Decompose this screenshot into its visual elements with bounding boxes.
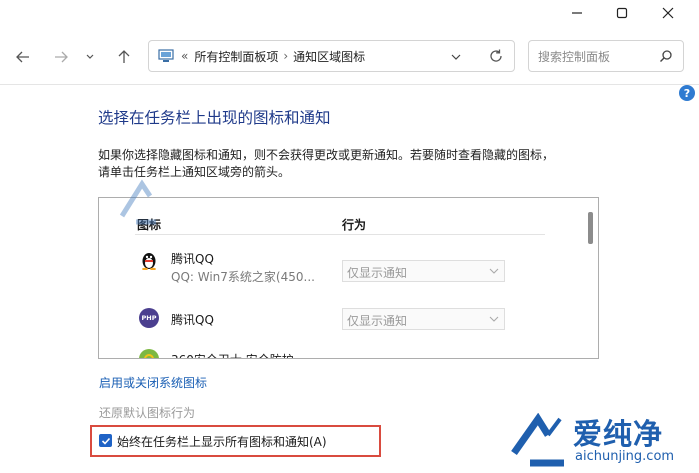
up-button[interactable] [111, 44, 137, 70]
watermark-logo-faint [119, 179, 156, 225]
search-placeholder: 搜索控制面板 [538, 50, 611, 64]
always-show-all-icons-option[interactable]: 始终在任务栏上显示所有图标和通知(A) [90, 425, 381, 457]
breadcrumb-notification-area-icons[interactable]: 通知区域图标 [293, 48, 365, 65]
title-bar [0, 0, 699, 32]
search-icon[interactable] [659, 49, 673, 63]
maximize-icon [616, 7, 628, 19]
refresh-button[interactable] [488, 48, 504, 68]
minimize-button[interactable] [554, 0, 600, 26]
close-icon [662, 7, 674, 19]
always-show-label: 始终在任务栏上显示所有图标和通知(A) [117, 435, 327, 449]
watermark-domain-text: aichunjing.com [575, 449, 675, 464]
checkmark-icon [101, 437, 110, 445]
always-show-checkbox[interactable] [99, 434, 112, 447]
chevron-down-icon [451, 54, 461, 60]
page-title: 选择在任务栏上出现的图标和通知 [98, 109, 331, 127]
php-icon-text: PHP [141, 314, 157, 322]
column-header-behavior: 行为 [342, 218, 367, 232]
behavior-select[interactable]: 仅显示通知 [342, 260, 505, 282]
breadcrumb-all-control-panel-items[interactable]: 所有控制面板项 [194, 48, 278, 65]
list-scrollbar[interactable] [583, 198, 598, 358]
arrow-left-icon [16, 51, 29, 63]
toggle-system-icons-link[interactable]: 启用或关闭系统图标 [99, 374, 207, 391]
arrow-right-icon [55, 51, 68, 63]
list-item[interactable]: PHP 腾讯QQ 仅显示通知 [99, 308, 579, 348]
breadcrumb-overflow[interactable]: « [181, 49, 188, 63]
watermark-mark-icon [511, 413, 564, 467]
breadcrumb: « 所有控制面板项 › 通知区域图标 [181, 41, 365, 71]
navigation-toolbar: « 所有控制面板项 › 通知区域图标 搜索控制面板 [0, 32, 699, 85]
list-item[interactable]: 腾讯QQ QQ: Win7系统之家(450... 仅显示通知 [99, 250, 579, 290]
chevron-down-icon [86, 54, 94, 59]
list-item[interactable]: 360安全卫士 安全防护 [99, 349, 579, 358]
address-bar[interactable]: « 所有控制面板项 › 通知区域图标 [148, 40, 515, 72]
help-icon[interactable]: ? [679, 85, 695, 101]
php-icon: PHP [139, 308, 159, 328]
address-dropdown-button[interactable] [449, 49, 463, 68]
search-box[interactable]: 搜索控制面板 [528, 40, 684, 72]
behavior-select-value: 仅显示通知 [347, 314, 408, 328]
forward-button[interactable] [48, 44, 74, 70]
qq-penguin-icon [139, 250, 159, 270]
restore-default-icon-behavior-link: 还原默认图标行为 [99, 406, 196, 420]
minimize-icon [572, 12, 582, 14]
maximize-button[interactable] [599, 0, 645, 26]
chevron-down-icon [489, 316, 499, 322]
behavior-select[interactable]: 仅显示通知 [342, 308, 505, 330]
close-button[interactable] [645, 0, 691, 26]
360-shield-icon [139, 349, 159, 358]
scrollbar-thumb[interactable] [588, 212, 593, 244]
behavior-select-value: 仅显示通知 [347, 266, 408, 280]
row-app-name: 腾讯QQ [171, 313, 214, 327]
row-app-name: 腾讯QQ [171, 252, 214, 266]
breadcrumb-separator: › [283, 49, 289, 63]
chevron-down-icon [489, 268, 499, 274]
back-button[interactable] [10, 44, 36, 70]
arrow-up-icon [118, 50, 130, 63]
recent-locations-button[interactable] [80, 44, 100, 70]
refresh-icon [490, 49, 502, 62]
site-watermark-logo: 爱纯净 aichunjing.com [500, 405, 699, 473]
control-panel-icon [158, 49, 174, 62]
watermark-brand-text: 爱纯净 [573, 417, 664, 451]
row-app-name: 360安全卫士 安全防护 [171, 351, 294, 358]
description-line-1: 如果你选择隐藏图标和通知，则不会获得更改或更新通知。若要随时查看隐藏的图标， [98, 148, 555, 162]
row-app-tooltip: QQ: Win7系统之家(450... [171, 270, 315, 284]
